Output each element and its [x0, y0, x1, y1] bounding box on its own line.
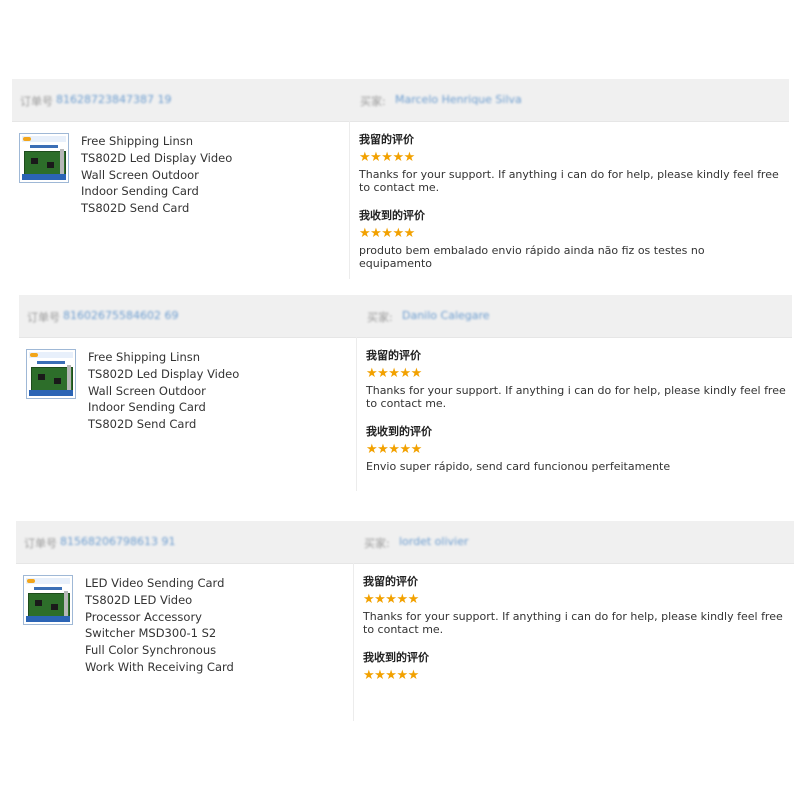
my-rating-stars-icon: ★★★★★: [359, 150, 415, 165]
order-number-link[interactable]: 81602675584602 69: [63, 309, 178, 322]
order-number-label: 订单号: [24, 537, 57, 550]
my-rating-stars-icon: ★★★★★: [366, 366, 422, 381]
my-review-heading: 我留的评价: [363, 575, 418, 588]
product-title-link[interactable]: LED Video Sending Card TS802D LED Video …: [85, 575, 255, 676]
order-header: 订单号 81602675584602 69 买家: Danilo Calegar…: [19, 295, 792, 338]
received-review-text: produto bem embalado envio rápido ainda …: [359, 244, 705, 270]
buyer-name-link[interactable]: Danilo Calegare: [402, 309, 490, 322]
column-divider: [349, 121, 350, 279]
my-rating-stars-icon: ★★★★★: [363, 592, 419, 607]
received-review-heading: 我收到的评价: [366, 425, 432, 438]
received-rating-stars-icon: ★★★★★: [359, 226, 415, 241]
column-divider: [356, 337, 357, 491]
my-review-text: Thanks for your support. If anything i c…: [359, 168, 779, 194]
product-thumbnail[interactable]: [19, 133, 69, 183]
order-number-link[interactable]: 81568206798613 91: [60, 535, 175, 548]
my-review-text: Thanks for your support. If anything i c…: [363, 610, 783, 636]
received-rating-stars-icon: ★★★★★: [363, 668, 419, 683]
review-card: 订单号 81602675584602 69 买家: Danilo Calegar…: [19, 295, 792, 491]
order-header: 订单号 81628723847387 19 买家: Marcelo Henriq…: [12, 79, 789, 122]
product-thumbnail[interactable]: [26, 349, 76, 399]
product-title-link[interactable]: Free Shipping Linsn TS802D Led Display V…: [81, 133, 251, 217]
received-review-text: Envio super rápido, send card funcionou …: [366, 460, 671, 473]
my-review-heading: 我留的评价: [366, 349, 421, 362]
buyer-name-link[interactable]: Marcelo Henrique Silva: [395, 93, 522, 106]
review-card: 订单号 81568206798613 91 买家: lordet olivier…: [16, 521, 794, 721]
review-section: 我留的评价 ★★★★★ Thanks for your support. If …: [363, 574, 783, 686]
order-number-label: 订单号: [27, 311, 60, 324]
received-review-heading: 我收到的评价: [363, 651, 429, 664]
order-number-link[interactable]: 81628723847387 19: [56, 93, 171, 106]
my-review-text: Thanks for your support. If anything i c…: [366, 384, 786, 410]
product-title-link[interactable]: Free Shipping Linsn TS802D Led Display V…: [88, 349, 258, 433]
buyer-label: 买家:: [360, 95, 386, 108]
product-thumbnail[interactable]: [23, 575, 73, 625]
review-card: 订单号 81628723847387 19 买家: Marcelo Henriq…: [12, 79, 789, 279]
review-section: 我留的评价 ★★★★★ Thanks for your support. If …: [359, 132, 779, 270]
received-rating-stars-icon: ★★★★★: [366, 442, 422, 457]
order-header: 订单号 81568206798613 91 买家: lordet olivier: [16, 521, 794, 564]
buyer-label: 买家:: [364, 537, 390, 550]
my-review-heading: 我留的评价: [359, 133, 414, 146]
review-section: 我留的评价 ★★★★★ Thanks for your support. If …: [366, 348, 786, 473]
order-number-label: 订单号: [20, 95, 53, 108]
received-review-heading: 我收到的评价: [359, 209, 425, 222]
buyer-name-link[interactable]: lordet olivier: [399, 535, 468, 548]
column-divider: [353, 563, 354, 721]
buyer-label: 买家:: [367, 311, 393, 324]
